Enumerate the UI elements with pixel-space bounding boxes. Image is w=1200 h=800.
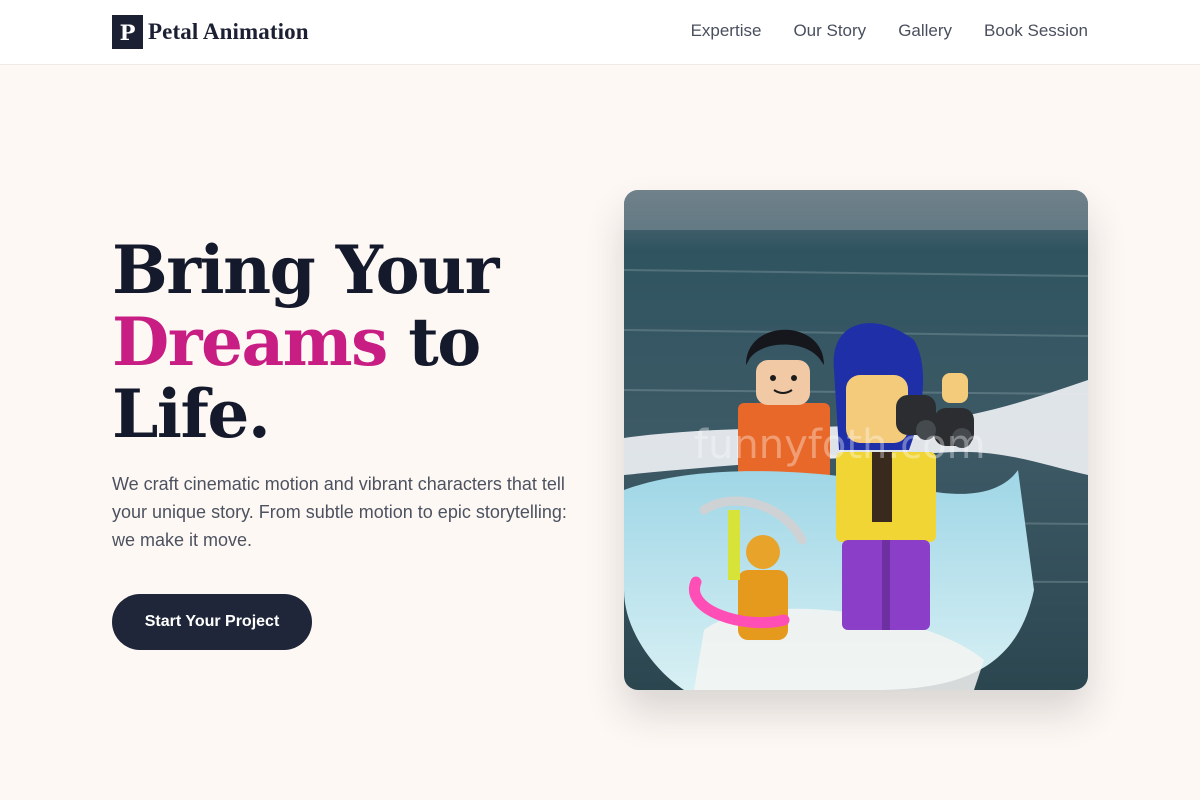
start-project-button[interactable]: Start Your Project xyxy=(112,594,312,650)
nav-link-our-story[interactable]: Our Story xyxy=(793,20,866,42)
lego-figures-boat-illustration: funnyfoth.com xyxy=(624,190,1088,690)
hero-image: funnyfoth.com xyxy=(624,190,1088,690)
hero-subtitle: We craft cinematic motion and vibrant ch… xyxy=(112,474,567,550)
nav-link-expertise[interactable]: Expertise xyxy=(691,20,762,42)
hero-title: Bring Your Dreams to Life. xyxy=(112,234,592,450)
main-nav: Expertise Our Story Gallery Book Session xyxy=(691,20,1088,42)
hero-title-line-2: Dreams to xyxy=(112,306,592,378)
hero-title-line-3: Life. xyxy=(112,375,271,453)
brand-logo[interactable]: P Petal Animation xyxy=(112,15,309,49)
hero-title-line-1: Bring Your xyxy=(112,231,499,309)
brand-name: Petal Animation xyxy=(148,19,309,44)
hero-title-accent: Dreams xyxy=(112,303,388,381)
image-watermark: funnyfoth.com xyxy=(694,422,986,468)
hero-title-line-2-rest: to xyxy=(386,303,481,381)
nav-link-book-session[interactable]: Book Session xyxy=(984,20,1088,42)
top-navbar: P Petal Animation Expertise Our Story Ga… xyxy=(0,0,1200,65)
brand-mark: P xyxy=(112,15,143,49)
nav-link-gallery[interactable]: Gallery xyxy=(898,20,952,42)
